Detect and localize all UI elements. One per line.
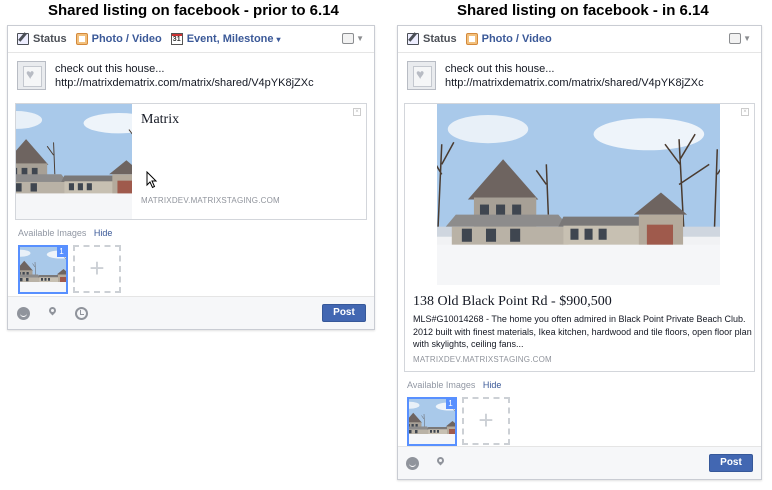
image-thumbnail[interactable]: 1 [407, 397, 457, 446]
pencil-icon [407, 33, 419, 45]
pencil-icon [17, 33, 29, 45]
link-preview-card[interactable]: × 138 Old Black Point Rd - $900,500 MLS#… [404, 103, 755, 372]
photo-icon [75, 33, 88, 45]
available-images-row: Available Images Hide [18, 228, 112, 238]
location-pin-icon[interactable] [434, 457, 447, 470]
thumbnail-number: 1 [446, 399, 455, 409]
card-title: 138 Old Black Point Rd - $900,500 [413, 294, 612, 309]
post-text[interactable]: check out this house... http://matrixdem… [445, 62, 704, 90]
tab-event-label: Event, Milestone [186, 33, 274, 45]
avatar [407, 61, 436, 90]
available-images-row: Available Images Hide [407, 380, 501, 390]
heading-current-version: Shared listing on facebook - in 6.14 [457, 2, 709, 19]
smile-icon[interactable] [17, 307, 30, 320]
audience-selector[interactable]: ▼ [729, 33, 751, 44]
add-image-button[interactable]: + [73, 245, 121, 293]
composer-footer: Post [8, 296, 374, 329]
composer-panel-current: Status Photo / Video ▼ check out this ho… [397, 25, 762, 480]
link-preview-card[interactable]: × Matrix MATRIXDEV.MATRIXSTAGING.COM [15, 103, 367, 220]
chevron-down-icon: ▼ [743, 34, 751, 43]
card-domain: MATRIXDEV.MATRIXSTAGING.COM [141, 196, 280, 205]
tab-status-label: Status [423, 33, 457, 45]
post-text[interactable]: check out this house... http://matrixdem… [55, 62, 314, 90]
composer-footer: Post [398, 446, 761, 479]
composer-input-area[interactable]: check out this house... http://matrixdem… [8, 53, 374, 97]
calendar-icon: 31 [170, 33, 183, 45]
listing-photo [437, 104, 720, 285]
audience-icon [342, 33, 355, 44]
hide-link[interactable]: Hide [483, 380, 502, 390]
post-text-url: http://matrixdematrix.com/matrix/shared/… [55, 77, 314, 89]
avatar [17, 61, 46, 90]
close-icon[interactable]: × [741, 108, 749, 116]
post-text-line1: check out this house... [445, 63, 555, 75]
chevron-down-icon: ▾ [276, 34, 281, 44]
photo-icon [465, 33, 478, 45]
chevron-down-icon: ▼ [356, 34, 364, 43]
hide-link[interactable]: Hide [94, 228, 113, 238]
available-images-label: Available Images [18, 228, 87, 238]
post-button[interactable]: Post [709, 454, 753, 472]
composer-panel-prior: Status Photo / Video 31 Event, Milestone… [7, 25, 375, 330]
cursor-icon [146, 171, 158, 189]
composer-input-area[interactable]: check out this house... http://matrixdem… [398, 53, 761, 97]
available-images-label: Available Images [407, 380, 476, 390]
smile-icon[interactable] [406, 457, 419, 470]
tab-status[interactable]: Status [17, 33, 67, 45]
tab-status[interactable]: Status [407, 33, 457, 45]
tab-photo-video[interactable]: Photo / Video [75, 33, 162, 45]
tab-photo-video-label: Photo / Video [91, 33, 162, 45]
thumbnail-number: 1 [57, 247, 66, 257]
add-image-button[interactable]: + [462, 397, 510, 445]
post-button[interactable]: Post [322, 304, 366, 322]
card-domain: MATRIXDEV.MATRIXSTAGING.COM [413, 355, 552, 364]
clock-icon[interactable] [75, 307, 88, 320]
post-text-url: http://matrixdematrix.com/matrix/shared/… [445, 77, 704, 89]
listing-photo [16, 104, 132, 219]
image-thumbnail[interactable]: 1 [18, 245, 68, 294]
tab-photo-video-label: Photo / Video [481, 33, 552, 45]
audience-selector[interactable]: ▼ [342, 33, 364, 44]
tab-event-milestone[interactable]: 31 Event, Milestone ▾ [170, 33, 281, 45]
card-description: MLS#G10014268 - The home you often admir… [413, 314, 752, 349]
tab-status-label: Status [33, 33, 67, 45]
composer-tabbar: Status Photo / Video ▼ [398, 26, 761, 53]
composer-tabbar: Status Photo / Video 31 Event, Milestone… [8, 26, 374, 53]
close-icon[interactable]: × [353, 108, 361, 116]
post-text-line1: check out this house... [55, 63, 165, 75]
audience-icon [729, 33, 742, 44]
location-pin-icon[interactable] [46, 307, 59, 320]
tab-photo-video[interactable]: Photo / Video [465, 33, 552, 45]
heading-prior-version: Shared listing on facebook - prior to 6.… [48, 2, 339, 19]
card-title: Matrix [141, 112, 180, 127]
